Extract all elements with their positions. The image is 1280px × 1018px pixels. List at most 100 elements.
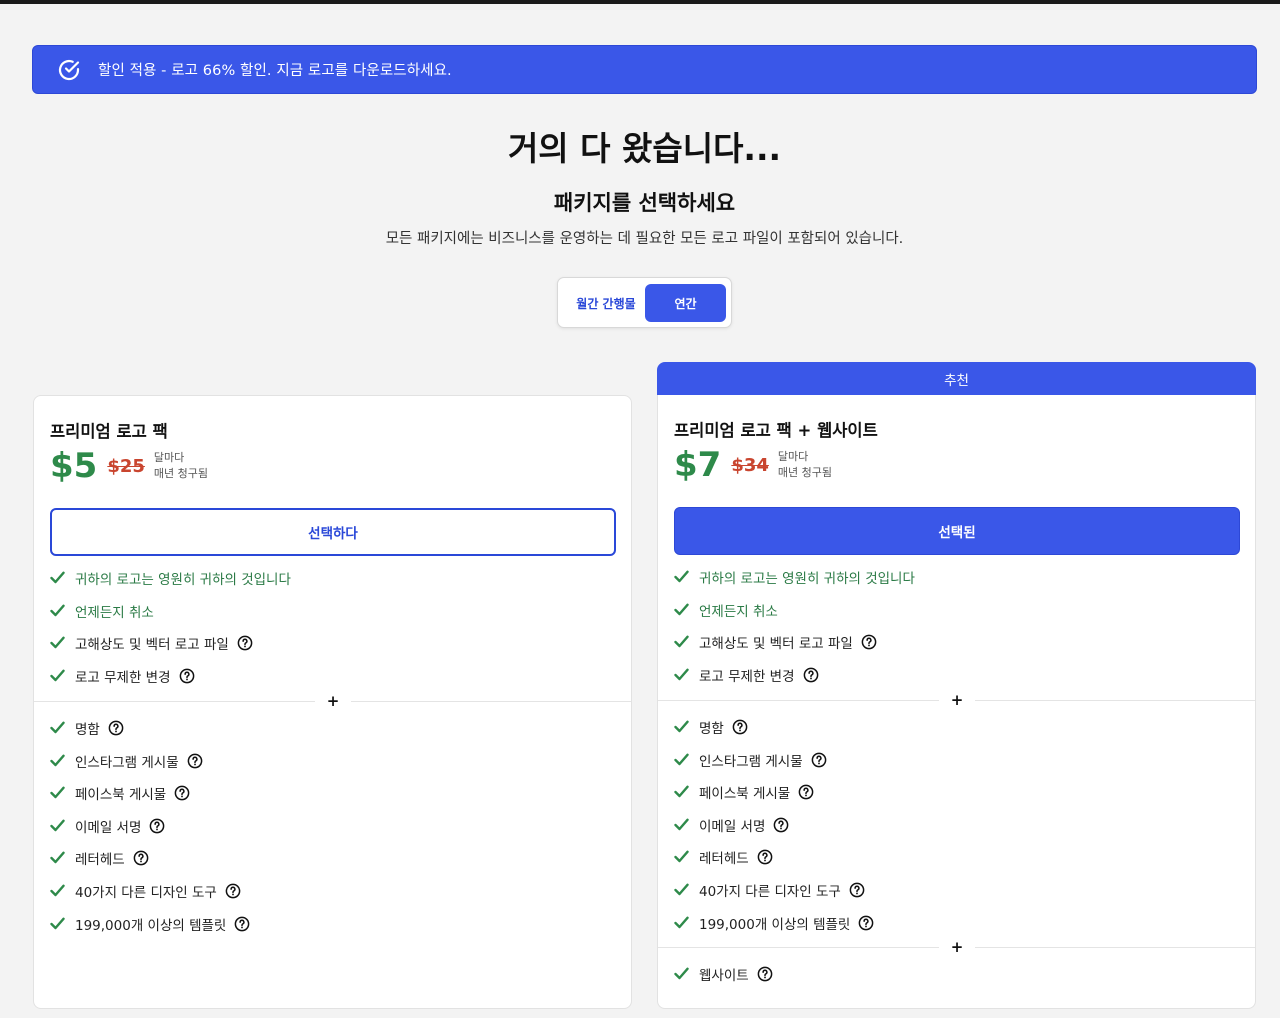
- help-icon[interactable]: [858, 915, 874, 931]
- check-icon: [674, 850, 690, 864]
- plan-card-logo-pack: 프리미엄 로고 팩 $5 $25 달마다 매년 청구됨 선택하다 귀하의 로고는…: [33, 395, 632, 1009]
- help-icon[interactable]: [757, 966, 773, 982]
- help-icon[interactable]: [237, 635, 253, 651]
- feature-label: 레터헤드: [699, 851, 749, 868]
- check-icon: [674, 603, 690, 617]
- feature-label: 40가지 다른 디자인 도구: [75, 885, 217, 901]
- check-circle-icon: [57, 58, 81, 82]
- help-icon[interactable]: [149, 818, 165, 834]
- page-description: 모든 패키지에는 비즈니스를 운영하는 데 필요한 모든 로고 파일이 포함되어…: [385, 231, 904, 247]
- feature-label: 199,000개 이상의 템플릿: [75, 917, 227, 934]
- feature-label: 귀하의 로고는 영원히 귀하의 것입니다: [75, 572, 291, 588]
- price-row: $5 $25 달마다 매년 청구됨: [50, 446, 208, 486]
- help-icon[interactable]: [187, 753, 203, 769]
- select-plan-button[interactable]: 선택하다: [50, 508, 616, 556]
- page-subtitle: 패키지를 선택하세요: [553, 191, 736, 215]
- check-icon: [50, 786, 66, 800]
- check-icon: [50, 851, 66, 865]
- check-icon: [674, 883, 690, 897]
- help-icon[interactable]: [849, 882, 865, 898]
- feature-item: 페이스북 게시물: [50, 783, 190, 803]
- feature-label: 로고 무제한 변경: [75, 669, 171, 686]
- check-icon: [674, 967, 690, 981]
- help-icon[interactable]: [179, 668, 195, 684]
- feature-item: 귀하의 로고는 영원히 귀하의 것입니다: [674, 567, 915, 587]
- selected-plan-button[interactable]: 선택된: [674, 507, 1240, 555]
- plus-separator: +: [315, 692, 351, 710]
- feature-label: 199,000개 이상의 템플릿: [699, 916, 851, 933]
- plan-name: 프리미엄 로고 팩: [50, 422, 168, 441]
- feature-item: 언제든지 취소: [50, 601, 154, 621]
- feature-item: 인스타그램 게시물: [50, 751, 203, 771]
- billing-note: 매년 청구됨: [777, 466, 833, 479]
- help-icon[interactable]: [773, 817, 789, 833]
- feature-item: 페이스북 게시물: [674, 782, 814, 802]
- feature-label: 로고 무제한 변경: [699, 668, 795, 685]
- help-icon[interactable]: [174, 785, 190, 801]
- feature-label: 페이스북 게시물: [699, 786, 791, 803]
- feature-item: 이메일 서명: [50, 816, 165, 836]
- billing-option-monthly[interactable]: 월간 간행물: [566, 284, 646, 322]
- price-row: $7 $34 달마다 매년 청구됨: [674, 445, 832, 485]
- feature-item: 레터헤드: [50, 848, 149, 868]
- check-icon: [674, 668, 690, 682]
- help-icon[interactable]: [225, 883, 241, 899]
- feature-item: 로고 무제한 변경: [674, 665, 819, 685]
- check-icon: [50, 604, 66, 618]
- help-icon[interactable]: [133, 850, 149, 866]
- feature-item: 로고 무제한 변경: [50, 666, 195, 686]
- price-period: 달마다: [153, 451, 185, 464]
- plan-price: $7: [674, 445, 722, 485]
- feature-label: 귀하의 로고는 영원히 귀하의 것입니다: [699, 571, 915, 587]
- help-icon[interactable]: [234, 916, 250, 932]
- price-note: 달마다 매년 청구됨: [154, 450, 208, 482]
- page-title: 거의 다 왔습니다...: [507, 129, 782, 168]
- help-icon[interactable]: [811, 752, 827, 768]
- feature-item: 고해상도 및 벡터 로고 파일: [50, 633, 253, 653]
- feature-label: 인스타그램 게시물: [699, 753, 803, 770]
- feature-label: 언제든지 취소: [75, 604, 154, 621]
- plus-separator: +: [939, 691, 975, 709]
- plan-price: $5: [50, 446, 98, 486]
- feature-label: 웹사이트: [699, 968, 749, 984]
- help-icon[interactable]: [861, 634, 877, 650]
- check-icon: [50, 917, 66, 931]
- billing-option-yearly[interactable]: 연간: [645, 284, 726, 322]
- feature-item: 레터헤드: [674, 847, 773, 867]
- check-icon: [674, 635, 690, 649]
- feature-item: 40가지 다른 디자인 도구: [674, 880, 865, 900]
- plan-card-logo-pack-website: 프리미엄 로고 팩 + 웹사이트 $7 $34 달마다 매년 청구됨 선택된 귀…: [657, 395, 1256, 1009]
- check-icon: [50, 571, 66, 585]
- feature-item: 199,000개 이상의 템플릿: [50, 914, 250, 934]
- plan-old-price: $34: [731, 454, 769, 476]
- feature-label: 명함: [699, 721, 724, 737]
- check-icon: [674, 785, 690, 799]
- feature-label: 고해상도 및 벡터 로고 파일: [75, 637, 229, 654]
- feature-item: 인스타그램 게시물: [674, 750, 827, 770]
- billing-note: 매년 청구됨: [153, 467, 209, 480]
- check-icon: [50, 884, 66, 898]
- feature-item: 웹사이트: [674, 964, 773, 984]
- check-icon: [674, 753, 690, 767]
- feature-item: 언제든지 취소: [674, 600, 778, 620]
- help-icon[interactable]: [803, 667, 819, 683]
- feature-label: 페이스북 게시물: [75, 787, 167, 804]
- banner-text: 할인 적용 - 로고 66% 할인. 지금 로고를 다운로드하세요.: [98, 63, 452, 79]
- feature-item: 귀하의 로고는 영원히 귀하의 것입니다: [50, 568, 291, 588]
- check-icon: [50, 754, 66, 768]
- help-icon[interactable]: [798, 784, 814, 800]
- feature-item: 이메일 서명: [674, 815, 789, 835]
- feature-label: 명함: [75, 722, 100, 738]
- check-icon: [50, 819, 66, 833]
- help-icon[interactable]: [757, 849, 773, 865]
- feature-label: 이메일 서명: [75, 819, 142, 836]
- feature-item: 명함: [674, 717, 748, 737]
- check-icon: [50, 636, 66, 650]
- discount-banner: 할인 적용 - 로고 66% 할인. 지금 로고를 다운로드하세요.: [32, 45, 1257, 94]
- help-icon[interactable]: [732, 719, 748, 735]
- price-period: 달마다: [777, 450, 809, 463]
- check-icon: [674, 916, 690, 930]
- help-icon[interactable]: [108, 720, 124, 736]
- feature-label: 이메일 서명: [699, 818, 766, 835]
- feature-label: 고해상도 및 벡터 로고 파일: [699, 636, 853, 653]
